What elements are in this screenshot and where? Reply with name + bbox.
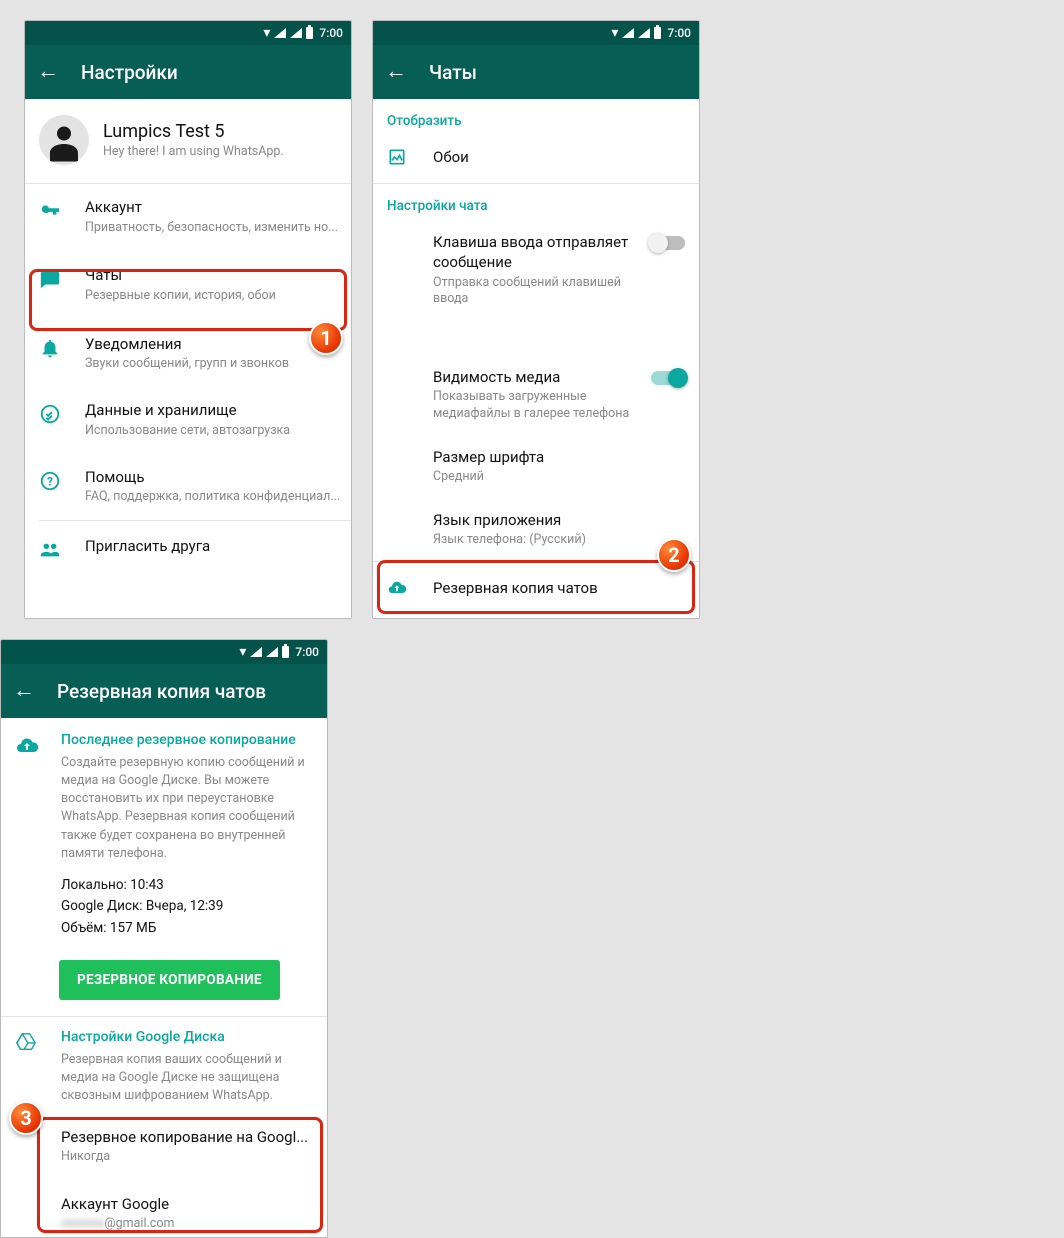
screen-title: Настройки — [81, 61, 178, 84]
settings-screen: ▾ 7:00 ← Настройки Lumpics Test 5 Hey th… — [24, 20, 352, 619]
marker-2: 2 — [657, 538, 691, 572]
profile-name: Lumpics Test 5 — [103, 121, 284, 142]
invite-row[interactable]: Пригласить друга — [25, 521, 351, 575]
wifi-icon: ▾ — [263, 26, 270, 40]
app-bar: ← Чаты — [373, 45, 699, 99]
wifi-icon: ▾ — [239, 645, 246, 659]
data-icon — [39, 401, 85, 425]
last-backup-header: Последнее резервное копирование — [61, 732, 313, 748]
signal-icon — [290, 28, 302, 38]
app-bar: ← Резервная копия чатов — [1, 664, 327, 718]
clock: 7:00 — [667, 26, 691, 40]
google-account-row[interactable]: Аккаунт Google xxxxxxx@gmail.com — [1, 1178, 327, 1237]
local-backup-time: Локально: 10:43 — [61, 875, 313, 897]
wallpaper-icon — [387, 147, 433, 171]
back-arrow-icon[interactable]: ← — [37, 61, 59, 83]
chats-settings-screen: ▾ 7:00 ← Чаты Отобразить Обои Настройки … — [372, 20, 700, 619]
wallpaper-row[interactable]: Обои — [373, 135, 699, 183]
marker-1: 1 — [309, 321, 343, 355]
gdrive-settings-header: Настройки Google Диска — [61, 1029, 313, 1045]
display-section-label: Отобразить — [373, 99, 699, 135]
avatar — [39, 115, 89, 165]
account-row[interactable]: АккаунтПриватность, безопасность, измени… — [25, 184, 351, 250]
help-row[interactable]: ? ПомощьFAQ, поддержка, политика конфиде… — [25, 454, 351, 520]
google-drive-icon — [15, 1029, 61, 1105]
back-arrow-icon[interactable]: ← — [13, 680, 35, 702]
svg-text:?: ? — [47, 474, 53, 488]
cloud-upload-icon — [15, 732, 61, 940]
signal-icon — [266, 647, 278, 657]
enter-send-toggle[interactable] — [651, 236, 685, 250]
font-size-row[interactable]: Размер шрифтаСредний — [373, 435, 699, 498]
profile-status: Hey there! I am using WhatsApp. — [103, 144, 284, 159]
signal-icon — [274, 28, 286, 38]
chat-icon — [39, 266, 85, 290]
backup-screen: ▾ 7:00 ← Резервная копия чатов Последнее… — [0, 639, 328, 1238]
screen-title: Резервная копия чатов — [57, 680, 266, 703]
status-bar: ▾ 7:00 — [25, 21, 351, 45]
wifi-icon: ▾ — [611, 26, 618, 40]
screen-title: Чаты — [429, 61, 477, 84]
chat-backup-row[interactable]: Резервная копия чатов — [373, 562, 699, 618]
data-storage-row[interactable]: Данные и хранилищеИспользование сети, ав… — [25, 387, 351, 453]
status-bar: ▾ 7:00 — [1, 640, 327, 664]
help-icon: ? — [39, 468, 85, 492]
enter-send-row[interactable]: Клавиша ввода отправляет сообщениеОтправ… — [373, 220, 699, 320]
gdrive-backup-time: Google Диск: Вчера, 12:39 — [61, 896, 313, 918]
signal-icon — [250, 647, 262, 657]
bell-icon — [39, 335, 85, 359]
battery-icon — [654, 27, 661, 39]
notifications-row[interactable]: УведомленияЗвуки сообщений, групп и звон… — [25, 321, 351, 387]
marker-3: 3 — [9, 1101, 43, 1135]
profile-row[interactable]: Lumpics Test 5 Hey there! I am using Wha… — [25, 99, 351, 184]
app-bar: ← Настройки — [25, 45, 351, 99]
media-visibility-toggle[interactable] — [651, 371, 685, 385]
people-icon — [39, 537, 85, 561]
gdrive-settings-desc: Резервная копия ваших сообщений и медиа … — [61, 1051, 313, 1105]
status-bar: ▾ 7:00 — [373, 21, 699, 45]
media-visibility-row[interactable]: Видимость медиаПоказывать загруженные ме… — [373, 355, 699, 435]
last-backup-desc: Создайте резервную копию сообщений и мед… — [61, 754, 313, 863]
app-language-row[interactable]: Язык приложенияЯзык телефона: (Русский) — [373, 498, 699, 561]
clock: 7:00 — [319, 26, 343, 40]
battery-icon — [282, 646, 289, 658]
chat-settings-section-label: Настройки чата — [373, 184, 699, 220]
back-arrow-icon[interactable]: ← — [385, 61, 407, 83]
cloud-upload-icon — [387, 578, 433, 602]
clock: 7:00 — [295, 645, 319, 659]
chats-row[interactable]: ЧатыРезервные копии, история, обои — [25, 250, 351, 320]
key-icon — [39, 198, 85, 222]
battery-icon — [306, 27, 313, 39]
backup-size: Объём: 157 МБ — [61, 918, 313, 940]
backup-to-google-row[interactable]: Резервное копирование на Googl... Никогд… — [1, 1109, 327, 1178]
signal-icon — [638, 28, 650, 38]
signal-icon — [622, 28, 634, 38]
backup-button[interactable]: РЕЗЕРВНОЕ КОПИРОВАНИЕ — [59, 960, 280, 1000]
